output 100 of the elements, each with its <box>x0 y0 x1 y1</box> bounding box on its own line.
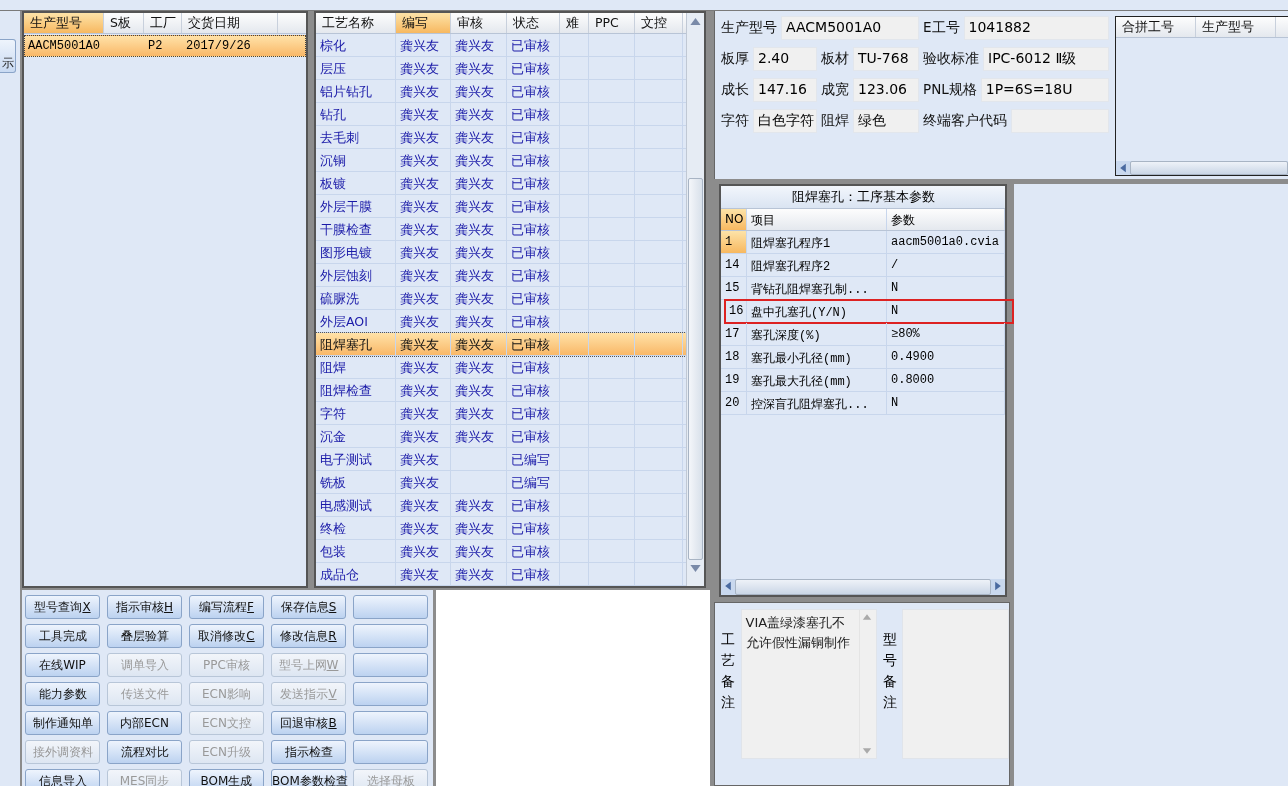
process-row[interactable]: 终检 龚兴友 龚兴友 已审核 <box>316 517 686 540</box>
column-header[interactable]: 文控 <box>635 13 683 33</box>
parameter-row[interactable]: 17 塞孔深度(%) ≥80% <box>721 323 1005 346</box>
parameter-row[interactable]: 19 塞孔最大孔径(mm) 0.8000 <box>721 369 1005 392</box>
column-header[interactable]: 生产型号 <box>1196 17 1276 37</box>
field-value[interactable]: 2.40 <box>753 47 817 71</box>
process-row[interactable]: 阻焊检查 龚兴友 龚兴友 已审核 <box>316 379 686 402</box>
side-button[interactable]: 示 <box>0 39 16 73</box>
action-button[interactable]: 制作通知单 <box>25 711 100 735</box>
parameter-row[interactable]: 20 控深盲孔阻焊塞孔... N <box>721 392 1005 415</box>
parameter-row[interactable]: 16 盘中孔塞孔(Y/N) N <box>725 300 1013 323</box>
process-row[interactable]: 外层蚀刻 龚兴友 龚兴友 已审核 <box>316 264 686 287</box>
field-value[interactable]: AACM5001A0 <box>781 16 919 40</box>
process-row[interactable]: 阻焊 龚兴友 龚兴友 已审核 <box>316 356 686 379</box>
column-header[interactable]: S板 <box>104 13 144 33</box>
action-button[interactable]: 内部ECN <box>107 711 182 735</box>
process-row[interactable]: 铣板 龚兴友 已编写 <box>316 471 686 494</box>
process-row[interactable]: 沉金 龚兴友 龚兴友 已审核 <box>316 425 686 448</box>
action-button[interactable]: BOM生成 <box>189 769 264 786</box>
process-row[interactable]: 去毛刺 龚兴友 龚兴友 已审核 <box>316 126 686 149</box>
table-cell: 龚兴友 <box>396 287 451 309</box>
blank-button[interactable] <box>353 711 428 735</box>
process-row[interactable]: 成品仓 龚兴友 龚兴友 已审核 <box>316 563 686 586</box>
action-button[interactable]: 工具完成 <box>25 624 100 648</box>
parameter-row[interactable]: 15 背钻孔阻焊塞孔制... N <box>721 277 1005 300</box>
action-button[interactable]: 指示审核H <box>107 595 182 619</box>
field-value[interactable]: TU-768 <box>853 47 919 71</box>
process-row[interactable]: 钻孔 龚兴友 龚兴友 已审核 <box>316 103 686 126</box>
process-row[interactable]: 铝片钻孔 龚兴友 龚兴友 已审核 <box>316 80 686 103</box>
action-button[interactable]: 保存信息S <box>271 595 346 619</box>
table-cell: 已审核 <box>507 563 560 585</box>
remarks-field[interactable] <box>902 609 1009 759</box>
table-cell: 棕化 <box>316 34 396 56</box>
column-header[interactable]: 项目 <box>747 209 887 230</box>
action-button[interactable]: 信息导入 <box>25 769 100 786</box>
action-button[interactable]: 在线WIP <box>25 653 100 677</box>
remarks-field[interactable]: VIA盖绿漆塞孔不允许假性漏铜制作 <box>740 609 877 759</box>
blank-button[interactable] <box>353 740 428 764</box>
scrollbar[interactable] <box>686 13 704 586</box>
field-value[interactable]: 147.16 <box>753 78 817 102</box>
blank-button[interactable] <box>353 653 428 677</box>
process-row[interactable]: 硫脲洗 龚兴友 龚兴友 已审核 <box>316 287 686 310</box>
column-header[interactable]: 审核 <box>451 13 507 33</box>
action-button[interactable]: 修改信息R <box>271 624 346 648</box>
field-value[interactable]: 绿色 <box>853 109 919 133</box>
column-header[interactable]: 状态 <box>507 13 560 33</box>
field-value[interactable]: IPC-6012 Ⅱ级 <box>983 47 1109 71</box>
action-button[interactable]: 回退审核B <box>271 711 346 735</box>
table-cell: N <box>887 300 1005 322</box>
table-cell: 控深盲孔阻焊塞孔... <box>747 392 887 414</box>
column-header[interactable]: NO <box>721 209 747 230</box>
column-header[interactable]: 生产型号 <box>24 13 104 33</box>
process-row[interactable]: 电感测试 龚兴友 龚兴友 已审核 <box>316 494 686 517</box>
column-header[interactable]: 合拼工号 <box>1116 17 1196 37</box>
action-button[interactable]: 指示检查 <box>271 740 346 764</box>
process-row[interactable]: 外层干膜 龚兴友 龚兴友 已审核 <box>316 195 686 218</box>
action-button[interactable]: 流程对比 <box>107 740 182 764</box>
field-value[interactable]: 白色字符 <box>753 109 817 133</box>
action-button[interactable]: 能力参数 <box>25 682 100 706</box>
scroll-thumb[interactable] <box>688 178 703 560</box>
column-header[interactable]: 交货日期 <box>182 13 278 33</box>
table-cell: 龚兴友 <box>451 149 507 171</box>
table-cell: 外层蚀刻 <box>316 264 396 286</box>
column-header[interactable]: 工厂 <box>144 13 182 33</box>
table-cell: 塞孔最小孔径(mm) <box>747 346 887 368</box>
process-row[interactable]: 阻焊塞孔 龚兴友 龚兴友 已审核 <box>316 333 686 356</box>
table-cell: 已审核 <box>507 517 560 539</box>
blank-button[interactable] <box>353 595 428 619</box>
column-header[interactable]: 参数 <box>887 209 1005 230</box>
blank-button[interactable] <box>353 682 428 706</box>
table-cell: 已审核 <box>507 34 560 56</box>
table-cell: 龚兴友 <box>396 540 451 562</box>
process-row[interactable]: 干膜检查 龚兴友 龚兴友 已审核 <box>316 218 686 241</box>
column-header[interactable]: 难 <box>560 13 589 33</box>
action-button[interactable]: 叠层验算 <box>107 624 182 648</box>
process-row[interactable]: 板镀 龚兴友 龚兴友 已审核 <box>316 172 686 195</box>
action-button[interactable]: 型号查询X <box>25 595 100 619</box>
action-button[interactable]: 取消修改C <box>189 624 264 648</box>
blank-button[interactable] <box>353 624 428 648</box>
table-cell: 0.4900 <box>887 346 1005 368</box>
parameter-row[interactable]: 14 阻焊塞孔程序2 / <box>721 254 1005 277</box>
action-button[interactable]: 编写流程F <box>189 595 264 619</box>
model-row[interactable]: AACM5001A0 P2 2017/9/26 <box>24 35 306 57</box>
parameter-row[interactable]: 18 塞孔最小孔径(mm) 0.4900 <box>721 346 1005 369</box>
process-row[interactable]: 棕化 龚兴友 龚兴友 已审核 <box>316 34 686 57</box>
column-header[interactable]: PPC <box>589 13 635 33</box>
table-cell: 龚兴友 <box>451 356 507 378</box>
field-value[interactable]: 1P=6S=18U <box>980 78 1109 102</box>
parameter-row[interactable]: 1 阻焊塞孔程序1 aacm5001a0.cvia <box>721 231 1005 254</box>
table-cell: 已审核 <box>507 195 560 217</box>
process-row[interactable]: 图形电镀 龚兴友 龚兴友 已审核 <box>316 241 686 264</box>
action-button[interactable]: BOM参数检查 <box>271 769 346 786</box>
process-row[interactable]: 包装 龚兴友 龚兴友 已审核 <box>316 540 686 563</box>
field-value[interactable]: 123.06 <box>853 78 919 102</box>
process-row[interactable]: 电子测试 龚兴友 已编写 <box>316 448 686 471</box>
process-row[interactable]: 沉铜 龚兴友 龚兴友 已审核 <box>316 149 686 172</box>
column-header[interactable]: 编写 <box>396 13 451 33</box>
process-row[interactable]: 层压 龚兴友 龚兴友 已审核 <box>316 57 686 80</box>
process-row[interactable]: 字符 龚兴友 龚兴友 已审核 <box>316 402 686 425</box>
field-value[interactable]: 1041882 <box>963 16 1109 40</box>
